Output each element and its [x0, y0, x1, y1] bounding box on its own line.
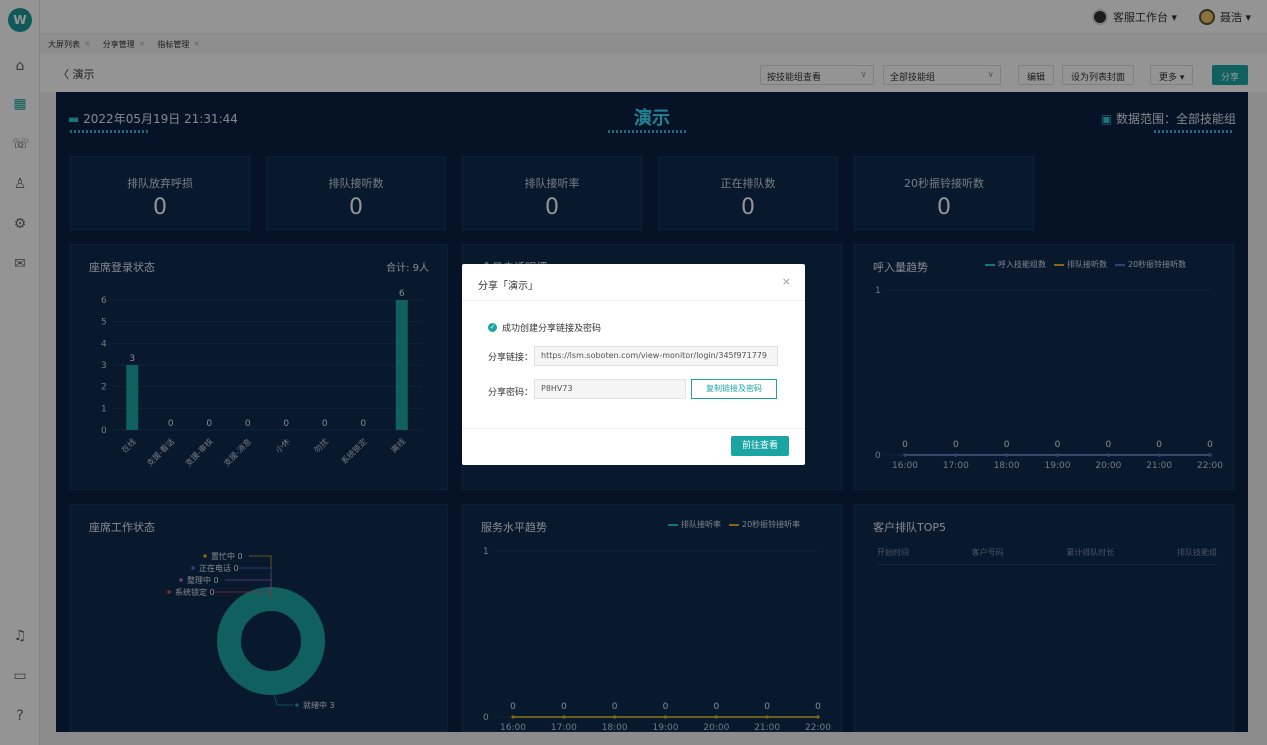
- dialog-title: 分享「演示」: [478, 281, 538, 292]
- close-icon[interactable]: ×: [782, 275, 791, 288]
- check-icon: ✓: [488, 323, 497, 332]
- divider: [462, 428, 805, 429]
- copy-link-button[interactable]: 复制链接及密码: [691, 379, 777, 399]
- success-text: 成功创建分享链接及密码: [502, 324, 602, 334]
- success-message: ✓ 成功创建分享链接及密码: [488, 321, 601, 334]
- share-dialog: 分享「演示」 × ✓ 成功创建分享链接及密码 分享链接： https://lsm…: [462, 264, 805, 465]
- go-view-button[interactable]: 前往查看: [731, 436, 789, 456]
- password-label: 分享密码：: [488, 388, 534, 398]
- share-link-field[interactable]: https://lsm.soboten.com/view-monitor/log…: [534, 346, 778, 366]
- link-label: 分享链接：: [488, 353, 534, 363]
- divider: [462, 300, 805, 301]
- share-password-field[interactable]: P8HV73: [534, 379, 686, 399]
- app-window: W ⌂ ▦ ☏ ♙ ⚙ ✉ ♫ ▭ ? 客服工作台 ▾ 聂浩 ▾ 大屏列表 × 分…: [0, 0, 1267, 745]
